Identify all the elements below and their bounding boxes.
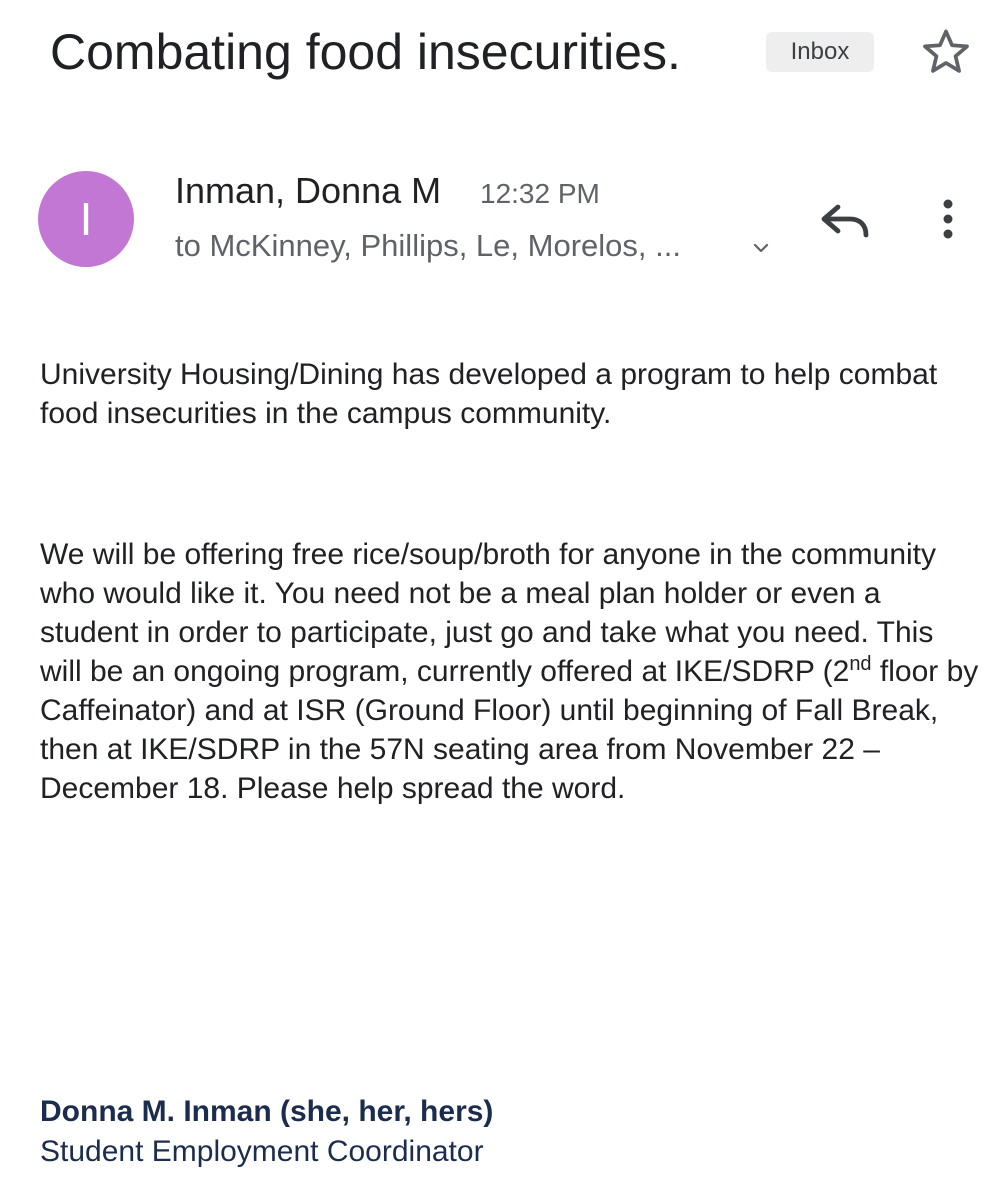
body-paragraph-1: University Housing/Dining has developed …	[40, 358, 938, 430]
message-header: I Inman, Donna M 12:32 PM to McKinney, P…	[38, 168, 980, 278]
signature-title: Student Employment Coordinator	[40, 1135, 484, 1168]
subject-header: Combating food insecurities. Inbox	[50, 18, 980, 88]
message-time: 12:32 PM	[480, 178, 600, 209]
ordinal-superscript: nd	[849, 653, 872, 675]
star-outline-icon[interactable]	[918, 24, 974, 80]
recipients-summary[interactable]: to McKinney, Phillips, Le, Morelos, ...	[175, 226, 681, 266]
body-paragraph-2: We will be offering free rice/soup/broth…	[40, 535, 980, 808]
chevron-down-icon[interactable]	[746, 236, 776, 260]
signature-name: Donna M. Inman (she, her, hers)	[40, 1095, 494, 1128]
sender-name[interactable]: Inman, Donna M	[175, 170, 441, 212]
reply-icon[interactable]	[818, 196, 874, 246]
more-vert-icon[interactable]	[928, 194, 968, 244]
body-paragraph-2-part-1: We will be offering free rice/soup/broth…	[40, 538, 937, 688]
inbox-label-chip[interactable]: Inbox	[766, 32, 874, 72]
sender-avatar[interactable]: I	[38, 171, 134, 267]
email-subject: Combating food insecurities.	[50, 24, 681, 80]
signature-block: Donna M. Inman (she, her, hers) Student …	[40, 1092, 980, 1172]
